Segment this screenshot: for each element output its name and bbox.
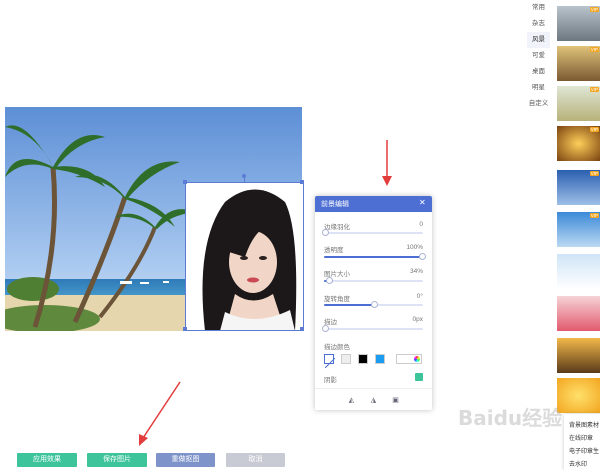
annotation-arrow-down bbox=[382, 140, 392, 186]
tab-celebrity[interactable]: 明星 bbox=[527, 80, 550, 96]
opacity-slider-knob[interactable] bbox=[419, 253, 426, 260]
swatch-blue[interactable] bbox=[375, 354, 385, 364]
thumbnail[interactable] bbox=[557, 296, 600, 331]
thumbnail[interactable]: VIP bbox=[557, 126, 600, 161]
rotate-handle-line bbox=[244, 177, 245, 183]
image-size-slider-knob[interactable] bbox=[326, 277, 333, 284]
stroke-slider-knob[interactable] bbox=[322, 325, 329, 332]
stroke-color-label: 描边颜色 bbox=[324, 344, 350, 351]
image-size-slider[interactable] bbox=[324, 280, 423, 282]
resize-handle-tr[interactable] bbox=[300, 180, 304, 184]
resize-handle-bl[interactable] bbox=[183, 327, 187, 331]
rotation-label: 旋转角度 bbox=[324, 296, 350, 303]
background-thumbnails: VIP VIP VIP VIP VIP VIP bbox=[553, 0, 600, 470]
panel-title: 前景编辑 bbox=[321, 201, 349, 208]
tab-magazine[interactable]: 杂志 bbox=[527, 16, 550, 32]
vip-badge: VIP bbox=[589, 87, 599, 92]
vip-badge: VIP bbox=[589, 7, 599, 12]
tools-menu: 背景图素材 在线印章 电子印章生 去水印 bbox=[564, 414, 600, 470]
feather-value: 0 bbox=[419, 221, 423, 228]
thumbnail[interactable] bbox=[557, 378, 600, 413]
rotation-slider-knob[interactable] bbox=[371, 301, 378, 308]
feather-slider-knob[interactable] bbox=[322, 229, 329, 236]
vip-badge: VIP bbox=[589, 171, 599, 176]
menu-item-e-seal[interactable]: 电子印章生 bbox=[569, 446, 599, 455]
thumbnail[interactable] bbox=[557, 338, 600, 373]
menu-item-watermark[interactable]: 去水印 bbox=[569, 459, 587, 468]
feather-slider[interactable] bbox=[324, 232, 423, 234]
menu-item-online-seal[interactable]: 在线印章 bbox=[569, 433, 593, 442]
rotation-slider-fill bbox=[324, 304, 373, 306]
resize-handle-tl[interactable] bbox=[183, 180, 187, 184]
image-size-value: 34% bbox=[409, 268, 423, 275]
apply-effect-button[interactable]: 应用效果 bbox=[17, 453, 77, 467]
swatch-none[interactable] bbox=[324, 354, 336, 369]
flip-vertical-icon[interactable]: ◮ bbox=[368, 395, 379, 406]
thumbnail[interactable]: VIP bbox=[557, 170, 600, 205]
cancel-button[interactable]: 取消 bbox=[226, 453, 285, 467]
selection-box[interactable] bbox=[185, 182, 304, 331]
thumbnail[interactable]: VIP bbox=[557, 86, 600, 121]
redo-cutout-button[interactable]: 重做抠图 bbox=[156, 453, 215, 467]
annotation-arrow-to-save bbox=[139, 381, 181, 446]
shadow-toggle[interactable] bbox=[415, 373, 423, 381]
close-icon[interactable]: ✕ bbox=[419, 198, 426, 207]
swatch-black[interactable] bbox=[358, 354, 368, 364]
tab-scenery[interactable]: 风景 bbox=[527, 32, 550, 48]
panel-divider bbox=[315, 388, 432, 389]
foreground-edit-panel: 前景编辑 ✕ 边缘羽化 0 透明度 100% 图片大小 34% 旋转角度 0° … bbox=[315, 196, 432, 410]
opacity-slider-fill bbox=[324, 256, 423, 258]
stroke-slider[interactable] bbox=[324, 328, 423, 330]
vip-badge: VIP bbox=[589, 213, 599, 218]
menu-item-backgrounds[interactable]: 背景图素材 bbox=[569, 420, 599, 429]
no-color-icon bbox=[324, 357, 336, 369]
thumbnail[interactable]: VIP bbox=[557, 46, 600, 81]
tab-desktop[interactable]: 桌面 bbox=[527, 64, 550, 80]
shadow-label: 阴影 bbox=[324, 377, 337, 384]
delete-icon[interactable]: ▣ bbox=[390, 395, 401, 406]
vip-badge: VIP bbox=[589, 47, 599, 52]
watermark: Baidu经验 bbox=[458, 406, 563, 430]
opacity-value: 100% bbox=[406, 244, 423, 251]
resize-handle-br[interactable] bbox=[300, 327, 304, 331]
panel-header: 前景编辑 ✕ bbox=[315, 196, 432, 212]
tab-common[interactable]: 常用 bbox=[527, 0, 550, 16]
stroke-value: 0px bbox=[412, 316, 423, 323]
tab-custom[interactable]: 自定义 bbox=[527, 96, 550, 112]
swatch-light-gray[interactable] bbox=[341, 354, 351, 364]
save-image-button[interactable]: 保存图片 bbox=[87, 453, 147, 467]
tab-cute[interactable]: 可爱 bbox=[527, 48, 550, 64]
thumbnail[interactable]: VIP bbox=[557, 212, 600, 247]
thumbnail[interactable]: VIP bbox=[557, 6, 600, 41]
flip-horizontal-icon[interactable]: ◭ bbox=[346, 395, 357, 406]
vip-badge: VIP bbox=[589, 127, 599, 132]
opacity-label: 透明度 bbox=[324, 247, 344, 254]
category-tabs: 常用 杂志 风景 可爱 桌面 明星 自定义 bbox=[527, 0, 550, 116]
rotation-value: 0° bbox=[416, 293, 423, 300]
color-wheel-icon bbox=[414, 356, 420, 362]
custom-color-picker[interactable] bbox=[396, 354, 422, 364]
thumbnail[interactable] bbox=[557, 254, 600, 289]
